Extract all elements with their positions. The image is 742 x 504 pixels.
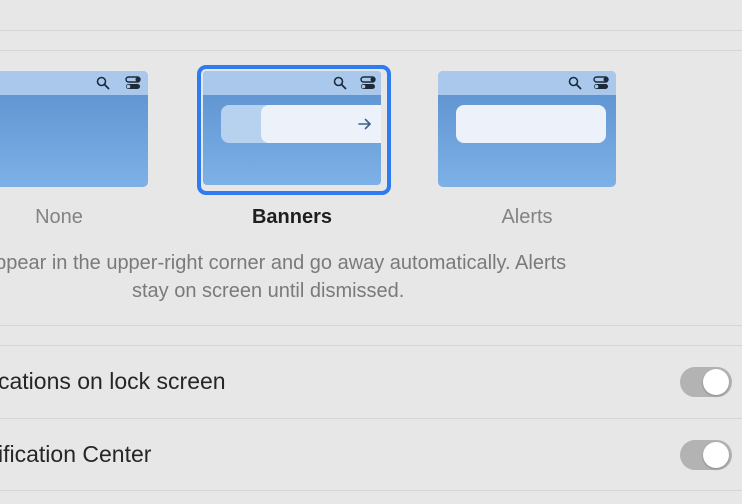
control-center-icon bbox=[593, 76, 609, 89]
alert-style-none-preview[interactable] bbox=[0, 71, 148, 187]
notification-center-toggle[interactable] bbox=[680, 440, 732, 470]
setting-label-notification-center: ification Center bbox=[0, 441, 152, 467]
menubar-preview bbox=[0, 71, 148, 95]
arrow-right-icon bbox=[358, 118, 371, 130]
toggle-knob bbox=[703, 442, 729, 468]
divider bbox=[0, 490, 742, 491]
search-icon bbox=[568, 76, 582, 90]
alert-style-none-label[interactable]: None bbox=[0, 206, 148, 229]
setting-label-lock-screen: cations on lock screen bbox=[0, 368, 226, 394]
search-icon bbox=[96, 76, 110, 90]
alert-style-banners-preview[interactable] bbox=[203, 71, 381, 185]
toggle-knob bbox=[703, 369, 729, 395]
alert-style-banners-label[interactable]: Banners bbox=[203, 206, 381, 229]
setting-row-notification-center: ification Center bbox=[0, 418, 742, 491]
alert-style-alerts-preview[interactable] bbox=[438, 71, 616, 187]
alert-style-alerts-label[interactable]: Alerts bbox=[438, 206, 616, 229]
alert-card bbox=[456, 105, 606, 143]
lock-screen-toggle[interactable] bbox=[680, 367, 732, 397]
description-line-2: stay on screen until dismissed. bbox=[132, 280, 405, 302]
control-center-icon bbox=[125, 76, 141, 89]
alert-style-group: None Banners Alerts appear in the upper-… bbox=[0, 50, 742, 326]
menubar-preview bbox=[203, 71, 381, 95]
control-center-icon bbox=[360, 76, 376, 89]
menubar-preview bbox=[438, 71, 616, 95]
banner-card bbox=[261, 105, 381, 143]
setting-row-lock-screen: cations on lock screen bbox=[0, 345, 742, 418]
top-group-panel bbox=[0, 0, 742, 31]
alert-style-banners-selection[interactable] bbox=[197, 65, 391, 195]
description-line-1: appear in the upper-right corner and go … bbox=[0, 252, 567, 274]
search-icon bbox=[333, 76, 347, 90]
